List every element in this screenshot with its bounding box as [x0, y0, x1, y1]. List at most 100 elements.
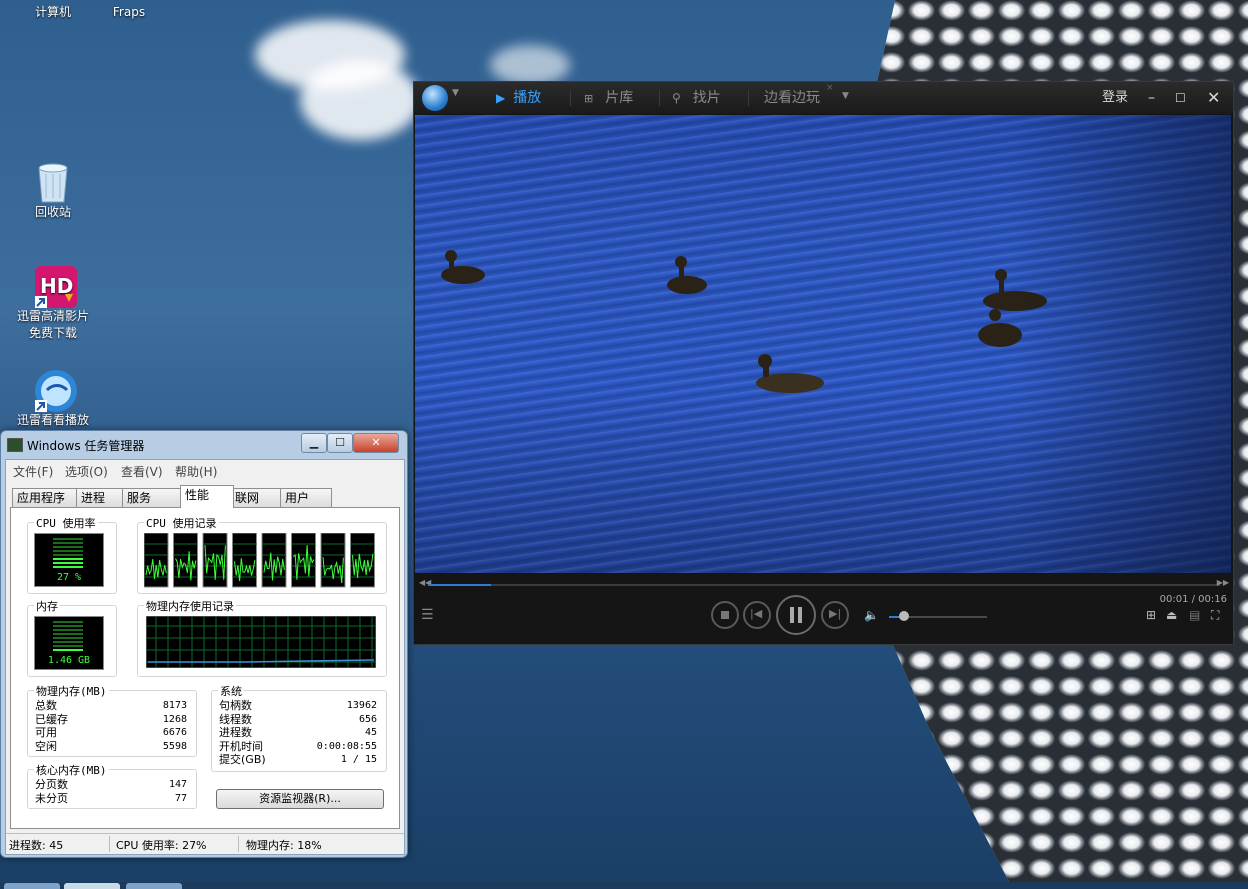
menu-file[interactable]: 文件(F) — [13, 463, 53, 480]
minimize-button[interactable]: ▁ — [301, 433, 327, 453]
resource-monitor-button[interactable]: 资源监视器(R)... — [216, 789, 384, 809]
previous-button[interactable]: |◀ — [743, 601, 771, 629]
ducks-scene — [441, 250, 1047, 393]
memory-label: 内存 — [34, 598, 60, 614]
desktop-icon-label: 迅雷看看播放 — [16, 413, 89, 427]
status-cpu: CPU 使用率: 27% — [116, 839, 207, 852]
cpu-history-graph — [144, 533, 375, 588]
taskbar-button[interactable] — [4, 883, 60, 889]
logo-dropdown-icon[interactable]: ▼ — [452, 88, 459, 98]
memory-group: 内存 1.46 GB — [27, 598, 117, 677]
memory-history-graph — [146, 616, 376, 668]
memory-history-group: 物理内存使用记录 — [137, 598, 387, 677]
stat-row: 已缓存 1268 — [35, 712, 187, 726]
taskbar-button[interactable] — [64, 883, 120, 889]
pause-icon — [790, 607, 794, 623]
stop-icon — [721, 611, 729, 619]
playlist-icon[interactable]: ☰ — [421, 607, 434, 623]
tab-networking[interactable]: 联网 — [230, 488, 284, 507]
stat-row: 开机时间 0:00:08:55 — [219, 739, 377, 753]
status-processes: 进程数: 45 — [9, 839, 64, 852]
tab-performance[interactable]: 性能 — [180, 485, 234, 508]
tab-play[interactable]: ▶ 播放 — [496, 82, 541, 114]
desktop-icon-xunlei-player[interactable]: 迅雷看看播放 — [13, 368, 93, 429]
recycle-bin-icon — [33, 160, 73, 203]
menu-help[interactable]: 帮助(H) — [175, 463, 217, 480]
taskbar-button[interactable] — [126, 883, 182, 889]
play-icon: ▶ — [496, 91, 506, 105]
grid-icon: ⊞ — [584, 92, 594, 105]
close-icon[interactable]: ✕ — [1207, 82, 1220, 114]
tab-close-icon[interactable]: × — [826, 83, 834, 93]
memory-meter: 1.46 GB — [34, 616, 104, 670]
forward-edge-icon[interactable]: ▶▶ — [1217, 578, 1229, 587]
login-link[interactable]: 登录 — [1102, 82, 1128, 114]
stat-row: 总数 8173 — [35, 699, 187, 712]
xunlei-player-icon — [33, 368, 77, 412]
video-frame[interactable] — [415, 115, 1231, 573]
cpu-usage-label: CPU 使用率 — [34, 515, 98, 531]
cpu-usage-value: 27 % — [56, 572, 82, 583]
kernel-memory-label: 核心内存(MB) — [34, 762, 109, 778]
maximize-icon: ☐ — [335, 436, 345, 449]
stat-row: 未分页 77 — [35, 791, 187, 805]
hd-download-icon: HD — [33, 264, 77, 308]
desktop-icon-xunlei-hd[interactable]: HD 迅雷高清影片免费下载 — [13, 264, 93, 342]
desktop-icon-label: 迅雷高清影片免费下载 — [16, 309, 89, 340]
grid-view-icon[interactable]: ⊞ — [1146, 608, 1156, 622]
player-titlebar: ▼ ▶ 播放 ⊞ 片库 ⚲ 找片 边看边玩 × ▼ 登录 – ☐ ✕ — [414, 82, 1233, 114]
next-button[interactable]: ▶| — [821, 601, 849, 629]
tab-library[interactable]: ⊞ 片库 — [584, 82, 633, 114]
tab-watch-and-play[interactable]: 边看边玩 — [764, 82, 820, 114]
stat-row: 分页数 147 — [35, 778, 187, 791]
tab-services[interactable]: 服务 — [122, 488, 182, 507]
tab-processes[interactable]: 进程 — [76, 488, 128, 507]
taskbar — [0, 882, 1248, 889]
subtitle-file-icon[interactable]: ▤ — [1189, 608, 1200, 622]
cpu-history-group: CPU 使用记录 — [137, 515, 387, 594]
search-icon: ⚲ — [672, 91, 681, 105]
more-dropdown-icon[interactable]: ▼ — [842, 91, 849, 101]
cpu-history-label: CPU 使用记录 — [144, 515, 219, 531]
task-manager-window: Windows 任务管理器 ▁ ☐ ✕ 文件(F) 选项(O) 查看(V) 帮助… — [0, 430, 408, 858]
menu-view[interactable]: 查看(V) — [121, 463, 163, 480]
minimize-icon[interactable]: – — [1148, 82, 1155, 114]
fullscreen-icon[interactable]: ⛶ — [1211, 608, 1219, 623]
desktop-icon-label: 回收站 — [34, 205, 71, 219]
task-manager-titlebar[interactable]: Windows 任务管理器 ▁ ☐ ✕ — [1, 431, 407, 457]
desktop-icon-fraps[interactable]: Fraps — [89, 4, 169, 21]
video-player-window: ▼ ▶ 播放 ⊞ 片库 ⚲ 找片 边看边玩 × ▼ 登录 – ☐ ✕ ◀◀ ▶▶… — [413, 81, 1234, 645]
next-icon: ▶| — [829, 607, 842, 620]
performance-panel: CPU 使用率 27 % CPU 使用记录 内存 1.46 GB 物理内存使用记… — [10, 507, 400, 829]
stat-row: 进程数 45 — [219, 726, 377, 739]
stop-button[interactable] — [711, 601, 739, 629]
window-title: Windows 任务管理器 — [27, 439, 145, 453]
volume-icon[interactable]: 🔈 — [864, 608, 879, 622]
previous-icon: |◀ — [750, 607, 763, 620]
volume-slider[interactable] — [889, 611, 987, 621]
task-manager-body: 文件(F) 选项(O) 查看(V) 帮助(H) 应用程序 进程 服务 性能 联网… — [5, 459, 405, 855]
minimize-icon: ▁ — [309, 436, 319, 449]
desktop-icon-label: Fraps — [112, 5, 146, 19]
maximize-icon[interactable]: ☐ — [1175, 82, 1186, 114]
seek-bar[interactable] — [428, 584, 1220, 586]
close-button[interactable]: ✕ — [353, 433, 399, 453]
tab-find[interactable]: ⚲ 找片 — [672, 82, 721, 114]
maximize-button[interactable]: ☐ — [327, 433, 353, 453]
close-icon: ✕ — [371, 436, 381, 449]
menu-options[interactable]: 选项(O) — [65, 463, 108, 480]
desktop-icon-label: 计算机 — [34, 5, 71, 19]
tab-applications[interactable]: 应用程序 — [12, 488, 80, 507]
system-group: 系统 句柄数 13962 线程数 656 进程数 45 开机时间 0:00:08:55 … — [211, 683, 387, 772]
pause-button[interactable] — [776, 595, 816, 635]
kernel-memory-group: 核心内存(MB) 分页数 147 未分页 77 — [27, 762, 197, 809]
desktop-icon-computer[interactable]: 计算机 — [13, 4, 93, 21]
memory-value: 1.46 GB — [47, 655, 91, 666]
status-bar: 进程数: 45 CPU 使用率: 27% 物理内存: 18% — [6, 833, 404, 854]
eject-icon[interactable]: ⏏ — [1166, 608, 1177, 622]
player-controls: ◀◀ ▶▶ 00:01 / 00:16 ☰ |◀ ▶| 🔈 ⊞ ⏏ ▤ ⛶ — [414, 574, 1233, 644]
tab-users[interactable]: 用户 — [280, 488, 332, 507]
desktop-icon-recycle-bin[interactable]: 回收站 — [13, 160, 93, 221]
player-logo-icon[interactable] — [422, 85, 448, 111]
memory-history-label: 物理内存使用记录 — [144, 598, 236, 614]
